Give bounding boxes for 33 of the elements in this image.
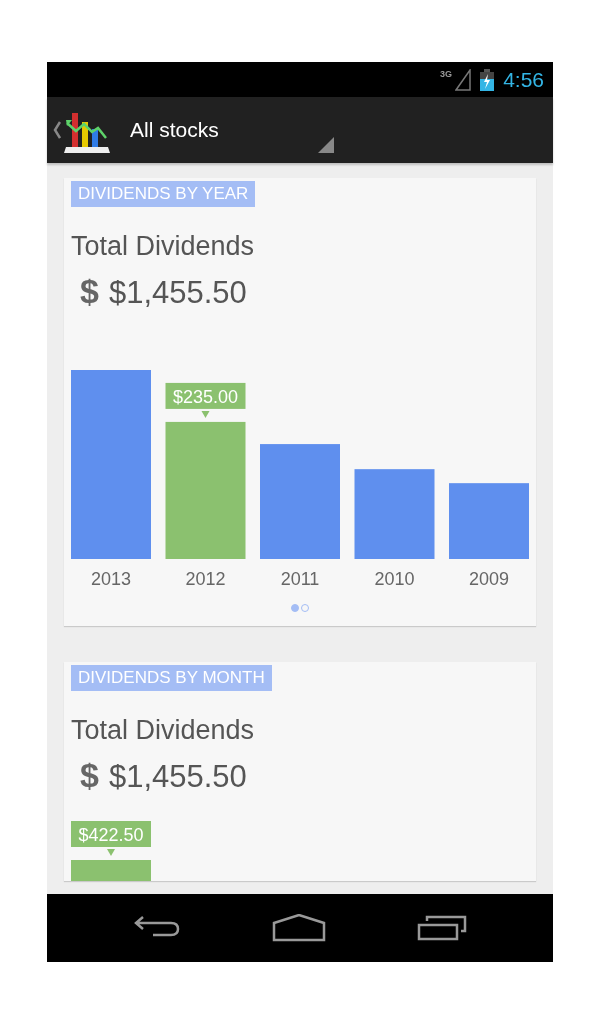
chart-bar[interactable] xyxy=(71,860,151,881)
total-amount: $1,455.50 xyxy=(108,759,247,795)
value-tooltip: $235.00 xyxy=(165,382,246,418)
bar-chart-logo-icon[interactable] xyxy=(64,111,110,153)
home-icon[interactable] xyxy=(272,914,326,942)
chart-bar[interactable] xyxy=(165,421,246,559)
signal-icon xyxy=(455,68,472,91)
clock-time: 4:56 xyxy=(503,67,544,92)
card-title: Total Dividends xyxy=(71,231,256,262)
network-label: 3G xyxy=(440,69,453,79)
chart-bar[interactable] xyxy=(260,444,340,559)
total-amount: $1,455.50 xyxy=(108,275,247,311)
stock-filter-dropdown[interactable]: All stocks xyxy=(130,105,334,155)
data-label: $235.00 xyxy=(172,386,239,407)
section-header: DIVIDENDS BY YEAR xyxy=(71,181,256,207)
chart-bar[interactable] xyxy=(449,483,529,559)
axis-label: 2010 xyxy=(374,569,415,589)
chart-bar[interactable] xyxy=(354,469,435,559)
currency-symbol: $ xyxy=(80,272,99,311)
section-header: DIVIDENDS BY MONTH xyxy=(71,665,272,691)
axis-label: 2011 xyxy=(280,569,320,589)
battery-icon xyxy=(480,68,495,91)
currency-symbol: $ xyxy=(80,756,99,795)
axis-label: 2009 xyxy=(469,569,509,589)
axis-label: 2012 xyxy=(185,569,226,589)
axis-label: 2013 xyxy=(91,569,131,589)
page-indicator-dot[interactable] xyxy=(291,604,299,612)
card-title: Total Dividends xyxy=(71,715,256,746)
back-caret-icon[interactable] xyxy=(53,121,61,139)
value-tooltip: $422.50 xyxy=(71,821,151,856)
recent-apps-icon[interactable] xyxy=(417,915,468,941)
chart-bar[interactable] xyxy=(71,370,151,559)
dropdown-triangle-icon[interactable] xyxy=(318,137,334,153)
